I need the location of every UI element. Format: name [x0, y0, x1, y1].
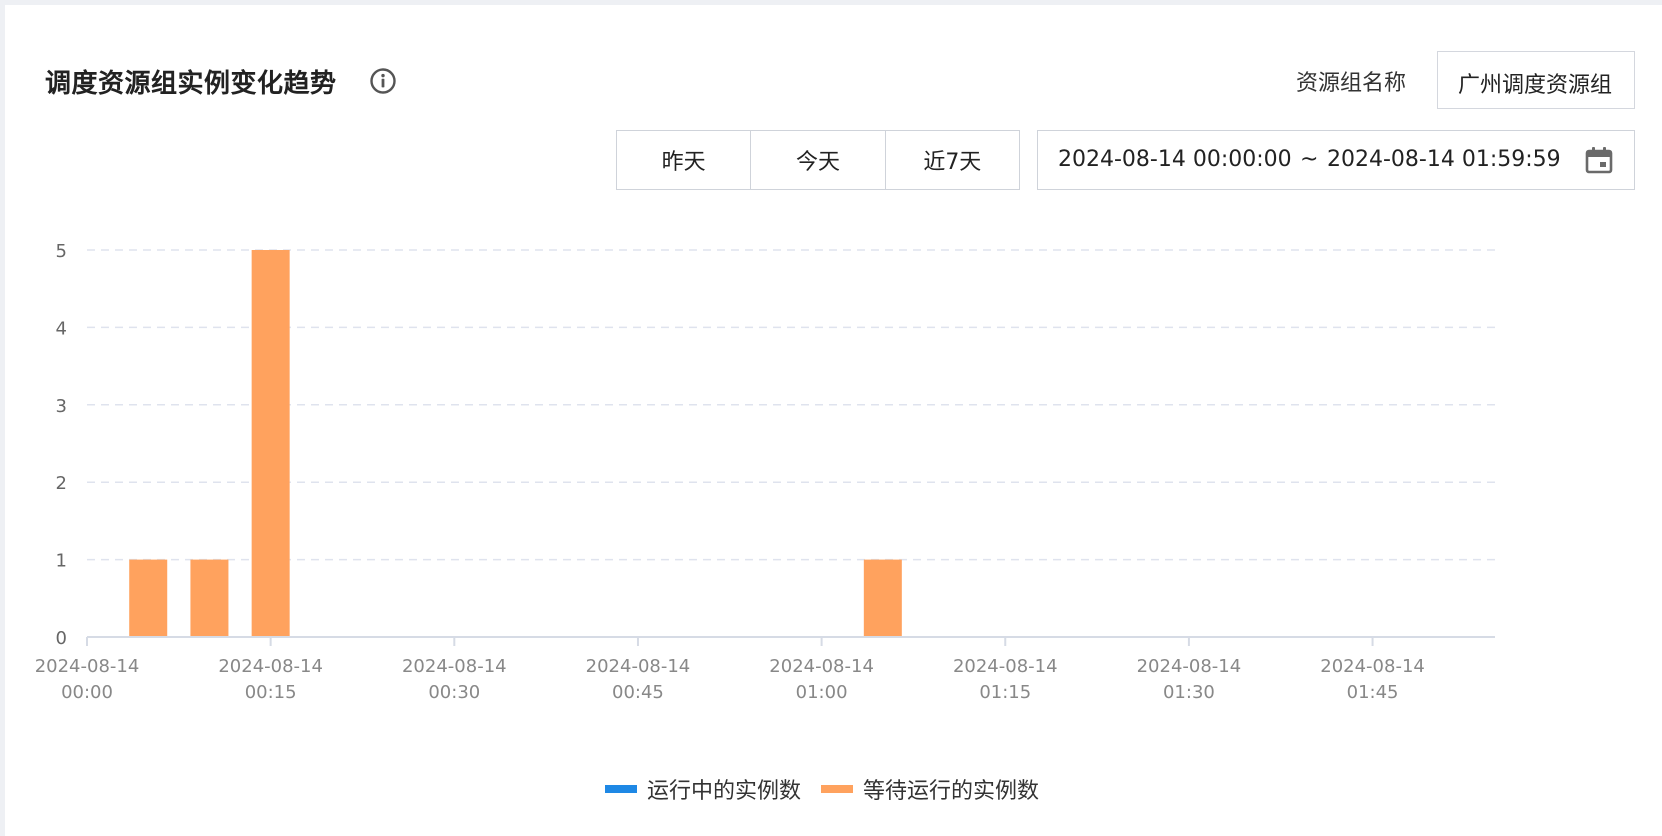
y-tick-label: 5: [56, 241, 67, 262]
legend-item-waiting[interactable]: 等待运行的实例数: [821, 773, 1039, 805]
x-tick-date: 2024-08-14: [218, 656, 323, 677]
x-tick-time: 01:45: [1347, 682, 1399, 703]
bar-waiting[interactable]: [251, 250, 290, 637]
y-tick-label: 0: [56, 628, 67, 649]
x-tick-date: 2024-08-14: [586, 656, 691, 677]
x-tick-time: 01:15: [979, 682, 1031, 703]
y-tick-label: 1: [56, 551, 67, 572]
x-tick-time: 00:15: [245, 682, 297, 703]
y-tick-label: 3: [56, 396, 67, 417]
legend-item-running[interactable]: 运行中的实例数: [605, 773, 801, 805]
x-tick-date: 2024-08-14: [402, 656, 507, 677]
instance-trend-chart: 0 1 2 3 4 5 2024-08-14 00:00 2024-08-14 00:15 2024…: [35, 241, 1495, 703]
x-tick-date: 2024-08-14: [1137, 656, 1242, 677]
y-tick-label: 2: [56, 473, 67, 494]
x-tick-time: 01:00: [796, 682, 848, 703]
x-tick-time: 00:45: [612, 682, 664, 703]
chart-legend: 运行中的实例数 等待运行的实例数: [605, 773, 1059, 805]
legend-label-waiting: 等待运行的实例数: [863, 779, 1040, 804]
x-tick-date: 2024-08-14: [1320, 656, 1425, 677]
bar-waiting[interactable]: [190, 559, 229, 637]
x-tick-date: 2024-08-14: [769, 656, 874, 677]
bar-waiting[interactable]: [129, 559, 168, 637]
legend-swatch-running: [605, 785, 637, 793]
bar-waiting[interactable]: [863, 559, 902, 637]
x-tick-date: 2024-08-14: [953, 656, 1058, 677]
x-tick-time: 01:30: [1163, 682, 1215, 703]
x-tick-date: 2024-08-14: [35, 656, 140, 677]
x-tick-time: 00:30: [428, 682, 480, 703]
legend-swatch-waiting: [821, 785, 854, 793]
chart-card: 调度资源组实例变化趋势 资源组名称 广州调度资源组 昨天 今天 近7天 2024…: [5, 5, 1662, 836]
y-tick-label: 4: [56, 318, 67, 339]
legend-label-running: 运行中的实例数: [647, 779, 802, 804]
x-tick-time: 00:00: [61, 682, 113, 703]
